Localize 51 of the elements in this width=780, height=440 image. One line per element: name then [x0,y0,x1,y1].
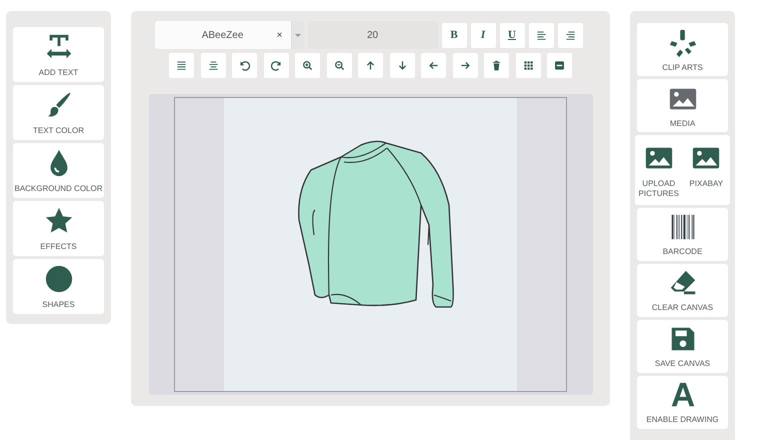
font-size-field[interactable]: 20 [308,21,438,49]
tool-button[interactable]: EFFECTS [13,201,104,256]
clear-icon[interactable]: × [276,30,282,40]
tool-button[interactable]: CLEAR CANVAS [637,264,728,317]
align-left-icon [536,30,546,40]
arrow-right-button[interactable] [452,53,478,78]
tool-button[interactable]: SAVE CANVAS [637,320,728,373]
format-button[interactable]: I [470,22,496,48]
align-left-button[interactable] [528,22,554,48]
zoom-in-icon [302,60,313,71]
align-center-button[interactable] [200,53,226,78]
tool-button[interactable]: BARCODE [637,208,728,261]
grid-button[interactable] [516,53,540,78]
tool-button[interactable]: SHAPES [13,259,104,314]
arrow-left-button[interactable] [421,53,446,78]
tool-button[interactable]: TEXT COLOR [13,85,104,140]
align-center-icon [208,60,218,71]
format-button[interactable]: B [442,22,466,48]
align-right-icon [564,30,576,40]
tool-button[interactable]: MEDIA [637,79,728,132]
undo-icon [239,60,250,71]
tool-button[interactable]: ENABLE DRAWING [637,376,728,429]
circle-icon [44,264,74,294]
align-justify-button[interactable] [169,53,194,78]
undo-button[interactable] [232,53,257,78]
font-select[interactable]: ABeeZee × [154,21,304,49]
tool-button[interactable]: CLIP ARTS [637,23,728,76]
redo-button[interactable] [264,53,288,78]
grid-icon [522,60,534,71]
arrow-up-button[interactable] [358,53,383,78]
asterisk-icon [668,28,698,58]
minus-box-icon [554,60,565,71]
tool-button[interactable]: BACKGROUND COLOR [13,143,104,198]
arrow-left-icon [428,60,439,71]
zoom-out-icon [334,60,344,71]
align-justify-icon [176,60,187,71]
arrow-up-icon [365,60,376,71]
arrow-right-icon [460,60,470,71]
trash-icon [491,60,502,71]
submenu-button[interactable]: PIXABAY [684,143,728,200]
minus-box-button[interactable] [547,53,572,78]
zoom-out-button[interactable] [326,53,352,78]
arrow-down-icon [396,60,408,71]
format-button[interactable]: U [500,22,524,48]
zoom-in-button[interactable] [295,53,320,78]
trash-button[interactable] [484,53,509,78]
redo-icon [270,60,282,71]
align-right-button[interactable] [558,22,582,48]
tool-button[interactable]: ADD TEXT [13,27,104,82]
arrow-down-button[interactable] [390,53,414,78]
submenu-button[interactable]: UPLOAD PICTURES [636,143,681,200]
